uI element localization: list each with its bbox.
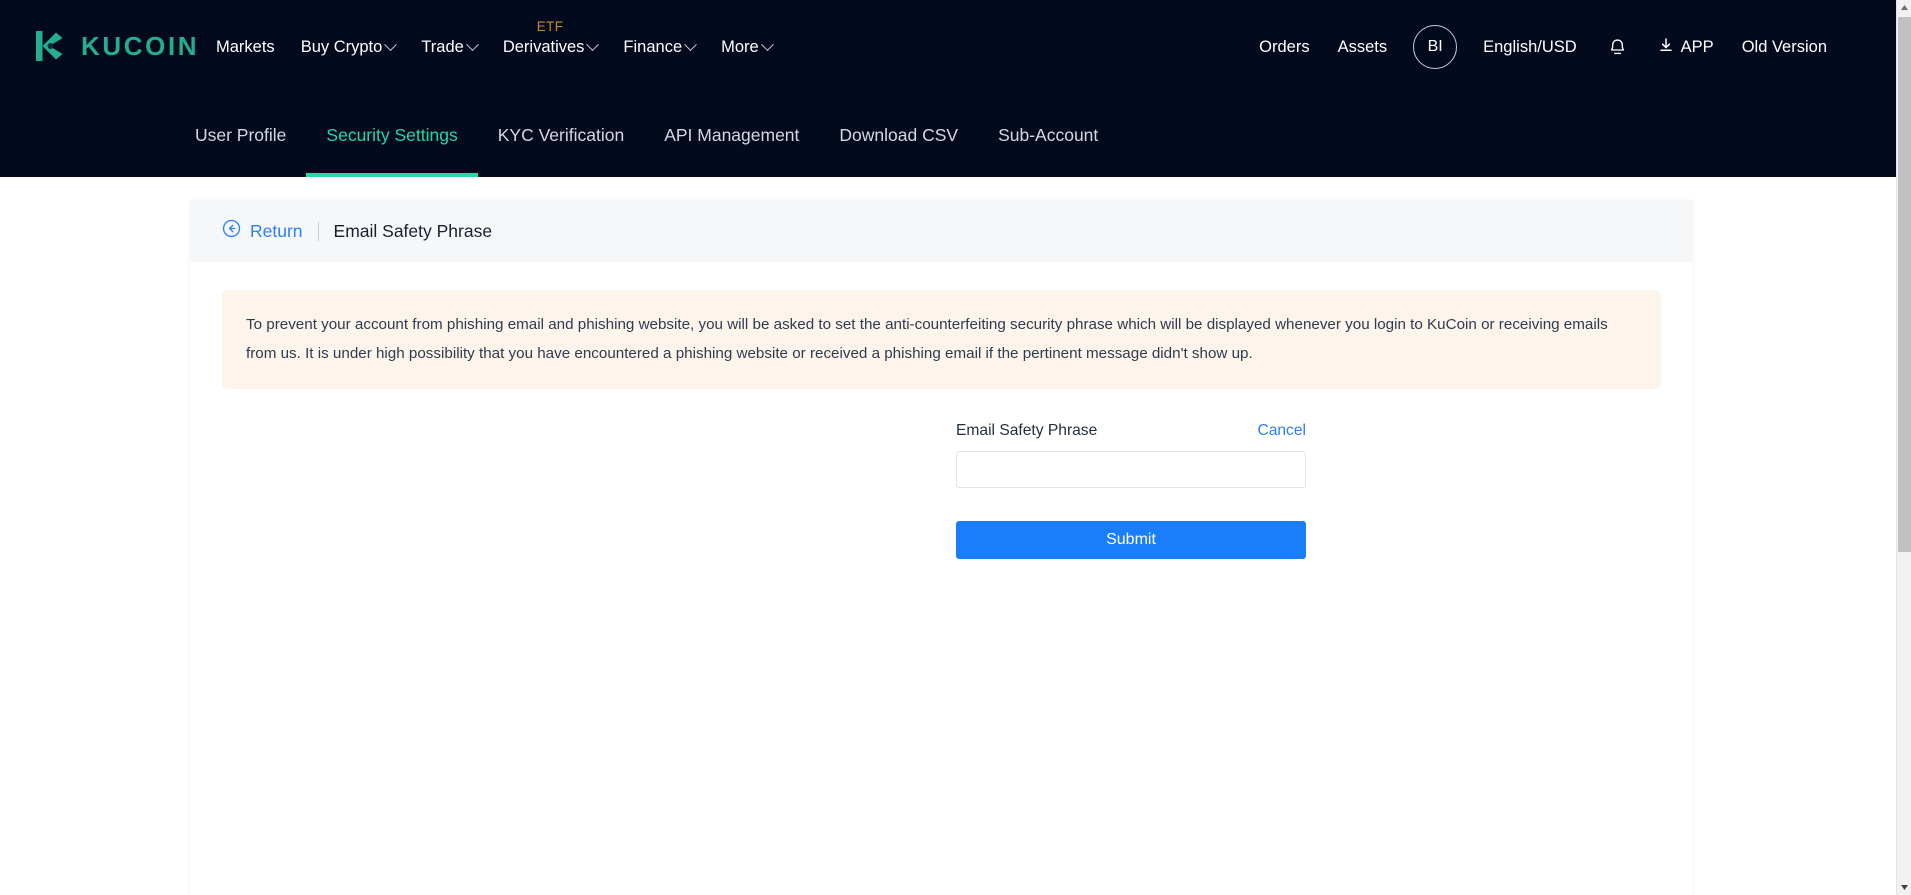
language-currency-selector[interactable]: English/USD [1469,38,1591,57]
tab-label: API Management [664,125,800,145]
chevron-down-icon [760,37,774,51]
notification-bell-icon[interactable] [1591,37,1644,58]
tab-label: Security Settings [326,125,458,145]
phishing-notice: To prevent your account from phishing em… [222,290,1661,389]
nav-label: Trade [421,37,464,56]
tab-label: KYC Verification [497,125,625,145]
app-label: APP [1680,37,1714,56]
email-safety-phrase-label: Email Safety Phrase [956,422,1098,439]
nav-item-buy-crypto[interactable]: Buy Crypto [288,0,409,94]
page-title: Email Safety Phrase [333,220,493,241]
download-icon [1658,37,1674,58]
submit-button[interactable]: Submit [956,521,1306,559]
tab-user-profile[interactable]: User Profile [175,94,306,177]
orders-link[interactable]: Orders [1245,38,1323,57]
tab-label: User Profile [195,125,287,145]
header-divider [317,221,319,241]
language-currency-label: English/USD [1483,37,1577,56]
nav-item-markets[interactable]: Markets [203,0,288,94]
tab-label: Sub-Account [998,125,1099,145]
email-safety-phrase-card: Return Email Safety Phrase To prevent yo… [190,200,1693,895]
kucoin-k-logo-icon [29,25,71,67]
scroll-up-arrow-icon[interactable] [1897,0,1911,15]
nav-item-derivatives[interactable]: ETF Derivatives [490,0,611,94]
main-content: Return Email Safety Phrase To prevent yo… [0,177,1896,895]
card-body: To prevent your account from phishing em… [190,290,1693,895]
account-subnav: User Profile Security Settings KYC Verif… [0,94,1896,177]
app-download-link[interactable]: APP [1644,37,1728,58]
chevron-down-icon [586,37,600,51]
nav-label: Buy Crypto [300,37,383,56]
orders-label: Orders [1259,37,1310,56]
nav-label: Markets [216,37,275,56]
scrollbar-thumb[interactable] [1898,17,1911,552]
chevron-down-icon [684,37,697,51]
browser-viewport: KUCOIN Markets Buy Crypto Trade ETF Deri… [0,0,1911,895]
main-navigation: Markets Buy Crypto Trade ETF Derivatives… [203,0,785,94]
tab-security-settings[interactable]: Security Settings [306,94,479,177]
old-version-label: Old Version [1741,37,1827,56]
etf-badge: ETF [536,19,564,34]
avatar-initials: BI [1427,38,1443,55]
email-safety-phrase-form: Email Safety Phrase Cancel Submit [956,422,1306,559]
nav-item-finance[interactable]: Finance [610,0,708,94]
return-label: Return [250,220,303,241]
old-version-link[interactable]: Old Version [1728,38,1841,57]
tab-label: Download CSV [839,125,959,145]
avatar[interactable]: BI [1413,25,1458,69]
nav-item-trade[interactable]: Trade [408,0,490,94]
nav-item-more[interactable]: More [708,0,785,94]
return-button[interactable]: Return [222,219,303,243]
circle-arrow-left-icon [222,219,241,243]
email-safety-phrase-input[interactable] [956,451,1306,488]
scroll-down-arrow-icon[interactable] [1897,880,1911,895]
tab-sub-account[interactable]: Sub-Account [978,94,1118,177]
page-scroll-area: KUCOIN Markets Buy Crypto Trade ETF Deri… [0,0,1896,895]
kucoin-logo-text: KUCOIN [81,30,200,61]
nav-label: Finance [623,37,683,56]
kucoin-logo[interactable]: KUCOIN [29,25,199,67]
site-header: KUCOIN Markets Buy Crypto Trade ETF Deri… [0,0,1896,94]
browser-scrollbar[interactable] [1896,0,1911,895]
assets-label: Assets [1337,37,1388,56]
nav-label: Derivatives [502,37,585,56]
assets-link[interactable]: Assets [1324,38,1402,57]
cancel-button[interactable]: Cancel [1257,422,1306,440]
card-header: Return Email Safety Phrase [190,200,1693,262]
nav-label: More [721,37,759,56]
tab-api-management[interactable]: API Management [644,94,819,177]
tab-kyc-verification[interactable]: KYC Verification [478,94,644,177]
form-label-row: Email Safety Phrase Cancel [956,422,1306,440]
tab-download-csv[interactable]: Download CSV [819,94,978,177]
chevron-down-icon [465,37,479,51]
header-right-actions: Orders Assets BI English/USD APP Old Ver… [1245,0,1841,94]
chevron-down-icon [384,37,398,51]
